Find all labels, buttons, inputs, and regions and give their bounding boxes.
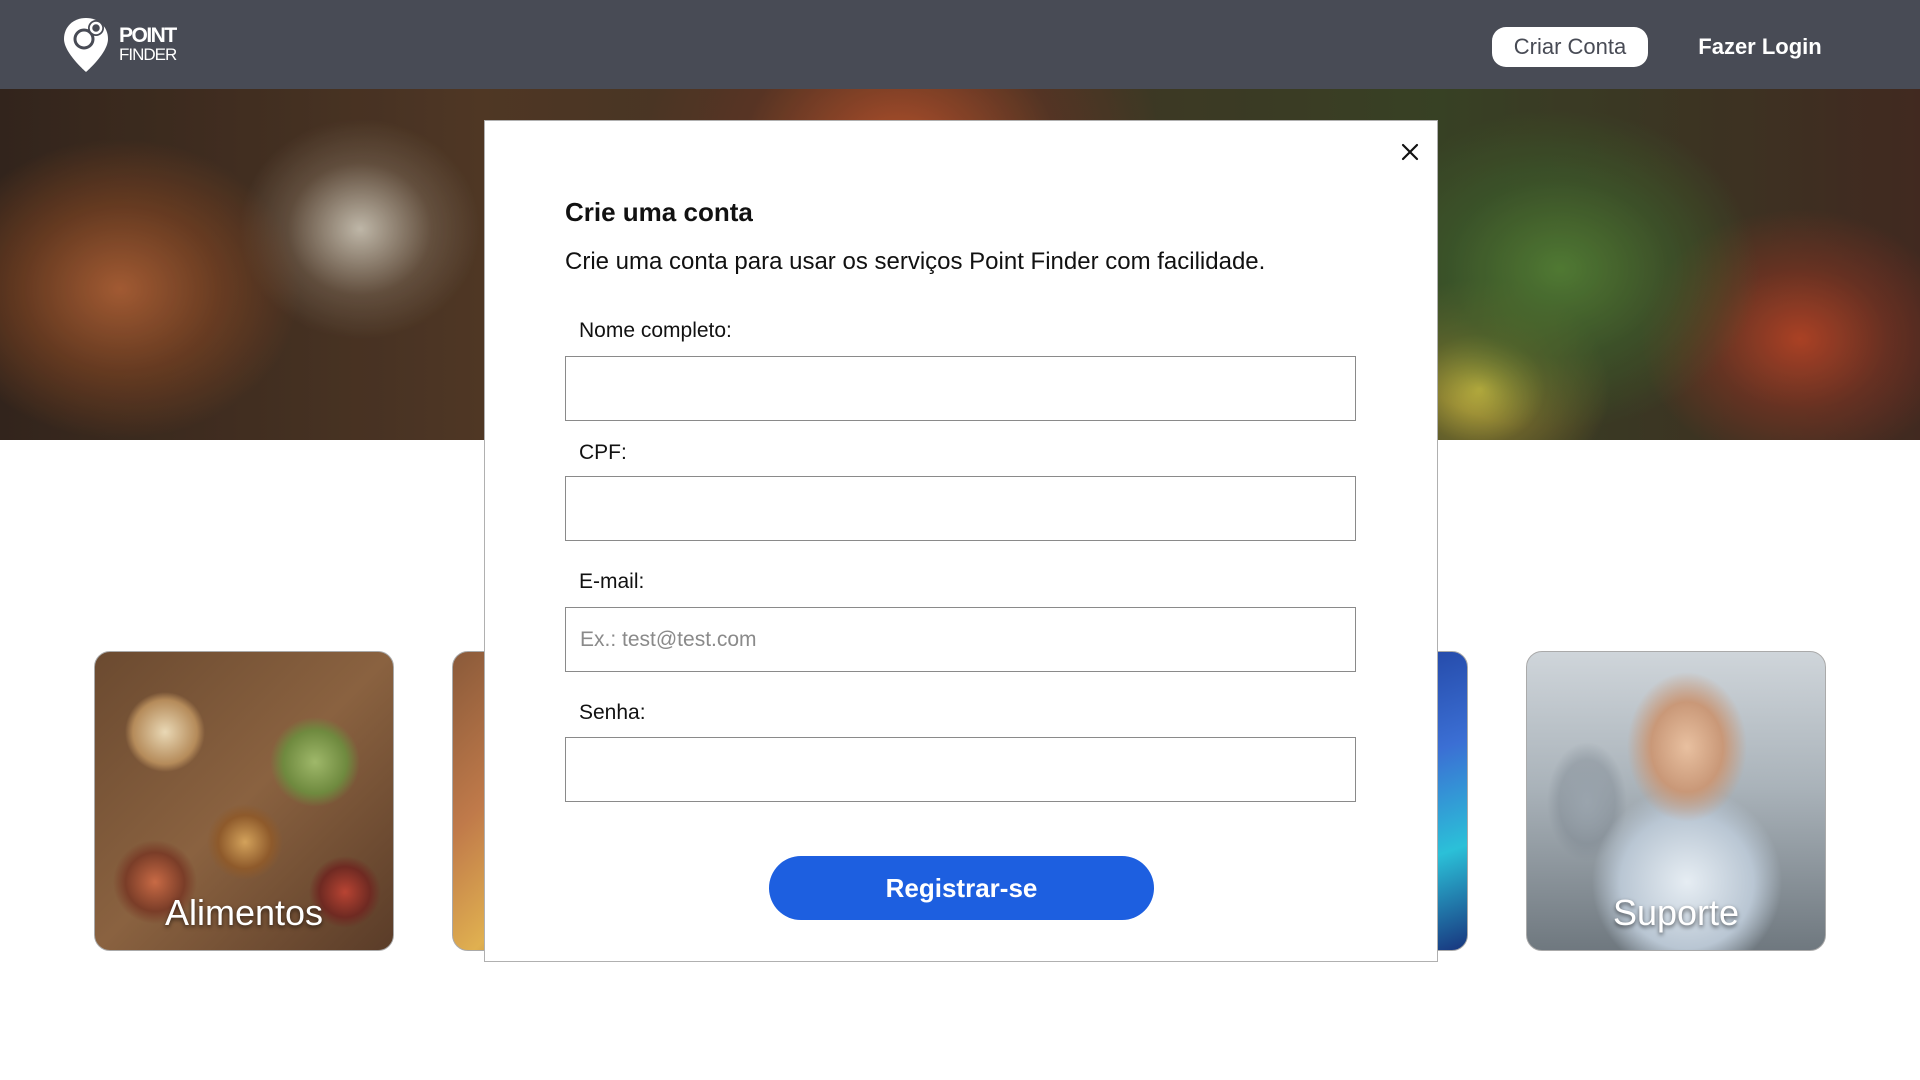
modal-title: Crie uma conta — [565, 197, 753, 227]
create-account-modal: Crie uma conta Crie uma conta para usar … — [484, 120, 1438, 962]
close-button[interactable] — [1395, 137, 1425, 167]
password-label: Senha: — [579, 701, 646, 724]
modal-subtitle: Crie uma conta para usar os serviços Poi… — [565, 248, 1266, 275]
category-card-support[interactable]: Suporte — [1526, 651, 1826, 951]
login-button[interactable]: Fazer Login — [1690, 27, 1830, 67]
password-input[interactable] — [565, 737, 1356, 802]
cpf-label: CPF: — [579, 441, 627, 464]
map-pin-icon — [64, 18, 108, 72]
register-button[interactable]: Registrar-se — [769, 856, 1154, 920]
logo-text: POINT FINDER — [119, 24, 177, 64]
close-icon — [1401, 143, 1419, 161]
category-card-label: Alimentos — [164, 892, 324, 933]
create-account-button[interactable]: Criar Conta — [1492, 27, 1648, 67]
email-label: E-mail: — [579, 570, 645, 593]
logo-line-1: POINT — [119, 24, 177, 47]
point-finder-logo[interactable]: POINT FINDER — [62, 16, 192, 74]
category-card-label: Suporte — [1612, 892, 1740, 933]
top-navbar: POINT FINDER Criar Conta Fazer Login — [0, 0, 1920, 89]
email-input[interactable] — [565, 607, 1356, 672]
full-name-input[interactable] — [565, 356, 1356, 421]
full-name-label: Nome completo: — [579, 319, 732, 342]
category-card-food[interactable]: Alimentos — [94, 651, 394, 951]
cpf-input[interactable] — [565, 476, 1356, 541]
logo-line-2: FINDER — [119, 45, 177, 64]
